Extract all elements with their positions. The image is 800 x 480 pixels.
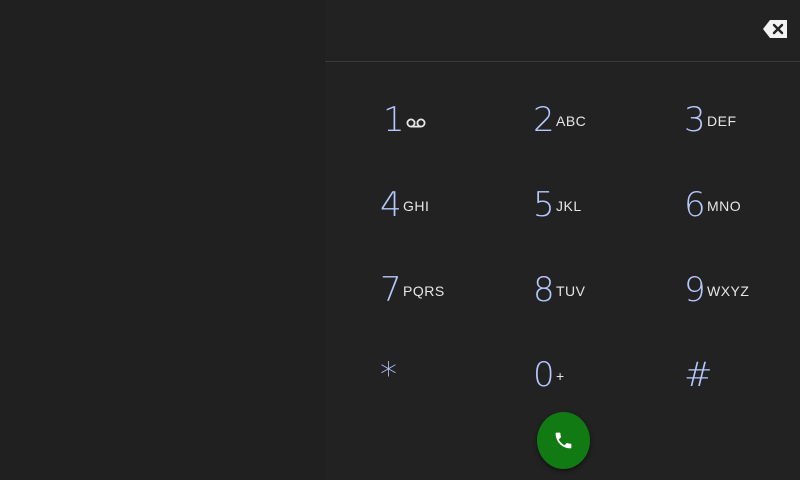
key-digit: 1: [383, 100, 405, 140]
dialpad-key-9[interactable]: 9 WXYZ: [684, 255, 800, 325]
key-digit: 8: [533, 270, 555, 310]
key-letters: DEF: [707, 113, 737, 129]
key-letters: JKL: [556, 198, 582, 214]
call-button[interactable]: [537, 412, 590, 469]
dialpad-key-2[interactable]: 2 ABC: [533, 85, 663, 155]
key-letters: GHI: [403, 198, 430, 214]
voicemail-icon: [406, 114, 426, 128]
backspace-icon[interactable]: [762, 16, 790, 42]
dialpad-key-5[interactable]: 5 JKL: [533, 170, 663, 240]
dialpad-key-7[interactable]: 7 PQRS: [380, 255, 510, 325]
dialer-screen: 1 2 ABC 3 DEF 4 GHI 5 JKL 6 MNO 7 PQRS 8…: [0, 0, 800, 480]
key-digit: 7: [380, 270, 402, 310]
key-letters: TUV: [556, 283, 586, 299]
dialpad-key-1[interactable]: 1: [383, 85, 513, 155]
phone-icon: [555, 432, 572, 449]
key-letters: WXYZ: [707, 283, 750, 299]
key-digit: #: [684, 355, 713, 395]
key-letters: +: [556, 368, 565, 384]
key-digit: 5: [533, 185, 555, 225]
key-digit: 0: [533, 355, 555, 395]
key-digit: 4: [380, 185, 402, 225]
key-letters: PQRS: [403, 283, 445, 299]
dialpad-key-4[interactable]: 4 GHI: [380, 170, 510, 240]
dialpad-key-6[interactable]: 6 MNO: [684, 170, 800, 240]
key-letters: MNO: [707, 198, 742, 214]
dialpad-key-0[interactable]: 0 +: [533, 340, 663, 410]
dialpad-key-8[interactable]: 8 TUV: [533, 255, 663, 325]
dialpad-key-star[interactable]: *: [380, 340, 510, 410]
digits-field[interactable]: [325, 0, 800, 62]
key-digit: 2: [533, 100, 555, 140]
key-digit: 3: [684, 100, 706, 140]
dialpad-pane: 1 2 ABC 3 DEF 4 GHI 5 JKL 6 MNO 7 PQRS 8…: [325, 0, 800, 480]
dialpad-key-3[interactable]: 3 DEF: [684, 85, 800, 155]
key-digit: *: [380, 355, 397, 395]
key-letters: ABC: [556, 113, 587, 129]
left-pane: [0, 0, 325, 480]
dialpad-key-pound[interactable]: #: [684, 340, 800, 410]
key-digit: 9: [684, 270, 706, 310]
key-digit: 6: [684, 185, 706, 225]
